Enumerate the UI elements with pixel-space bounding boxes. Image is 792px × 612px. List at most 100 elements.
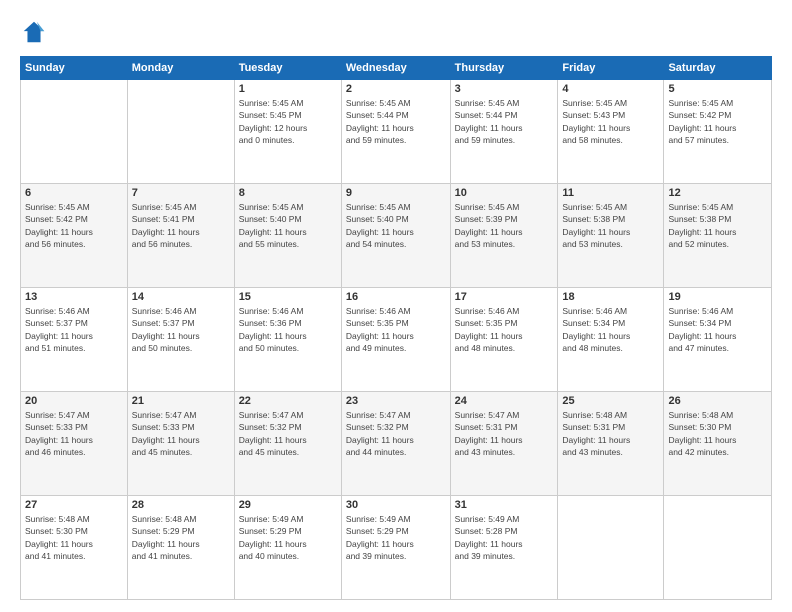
weekday-header-monday: Monday [127, 57, 234, 80]
day-info: Sunrise: 5:49 AM Sunset: 5:28 PM Dayligh… [455, 513, 554, 562]
day-info: Sunrise: 5:45 AM Sunset: 5:40 PM Dayligh… [239, 201, 337, 250]
day-info: Sunrise: 5:45 AM Sunset: 5:42 PM Dayligh… [25, 201, 123, 250]
calendar-cell: 3 Sunrise: 5:45 AM Sunset: 5:44 PM Daylig… [450, 80, 558, 184]
day-number: 21 [132, 395, 230, 407]
calendar-cell [558, 496, 664, 600]
day-number: 16 [346, 291, 446, 303]
day-number: 7 [132, 187, 230, 199]
calendar-cell [21, 80, 128, 184]
calendar-cell: 4 Sunrise: 5:45 AM Sunset: 5:43 PM Daylig… [558, 80, 664, 184]
week-row-4: 20 Sunrise: 5:47 AM Sunset: 5:33 PM Dayli… [21, 392, 772, 496]
calendar-header: SundayMondayTuesdayWednesdayThursdayFrid… [21, 57, 772, 80]
day-number: 1 [239, 83, 337, 95]
calendar-cell: 21 Sunrise: 5:47 AM Sunset: 5:33 PM Dayli… [127, 392, 234, 496]
day-number: 29 [239, 499, 337, 511]
calendar-cell: 29 Sunrise: 5:49 AM Sunset: 5:29 PM Dayli… [234, 496, 341, 600]
day-info: Sunrise: 5:46 AM Sunset: 5:35 PM Dayligh… [455, 305, 554, 354]
calendar-cell: 6 Sunrise: 5:45 AM Sunset: 5:42 PM Daylig… [21, 184, 128, 288]
calendar-cell: 26 Sunrise: 5:48 AM Sunset: 5:30 PM Dayli… [664, 392, 772, 496]
day-number: 4 [562, 83, 659, 95]
weekday-header-thursday: Thursday [450, 57, 558, 80]
day-number: 23 [346, 395, 446, 407]
calendar-cell: 7 Sunrise: 5:45 AM Sunset: 5:41 PM Daylig… [127, 184, 234, 288]
calendar-cell: 30 Sunrise: 5:49 AM Sunset: 5:29 PM Dayli… [341, 496, 450, 600]
day-info: Sunrise: 5:46 AM Sunset: 5:34 PM Dayligh… [668, 305, 767, 354]
day-info: Sunrise: 5:45 AM Sunset: 5:41 PM Dayligh… [132, 201, 230, 250]
day-number: 28 [132, 499, 230, 511]
day-number: 31 [455, 499, 554, 511]
calendar-cell: 25 Sunrise: 5:48 AM Sunset: 5:31 PM Dayli… [558, 392, 664, 496]
day-info: Sunrise: 5:46 AM Sunset: 5:35 PM Dayligh… [346, 305, 446, 354]
day-info: Sunrise: 5:45 AM Sunset: 5:42 PM Dayligh… [668, 97, 767, 146]
day-info: Sunrise: 5:48 AM Sunset: 5:30 PM Dayligh… [25, 513, 123, 562]
weekday-header-sunday: Sunday [21, 57, 128, 80]
day-info: Sunrise: 5:48 AM Sunset: 5:29 PM Dayligh… [132, 513, 230, 562]
day-number: 25 [562, 395, 659, 407]
day-number: 3 [455, 83, 554, 95]
calendar-cell: 5 Sunrise: 5:45 AM Sunset: 5:42 PM Daylig… [664, 80, 772, 184]
day-number: 5 [668, 83, 767, 95]
day-info: Sunrise: 5:45 AM Sunset: 5:45 PM Dayligh… [239, 97, 337, 146]
weekday-header-friday: Friday [558, 57, 664, 80]
day-info: Sunrise: 5:49 AM Sunset: 5:29 PM Dayligh… [239, 513, 337, 562]
calendar-cell: 9 Sunrise: 5:45 AM Sunset: 5:40 PM Daylig… [341, 184, 450, 288]
calendar-cell: 17 Sunrise: 5:46 AM Sunset: 5:35 PM Dayli… [450, 288, 558, 392]
day-info: Sunrise: 5:47 AM Sunset: 5:33 PM Dayligh… [132, 409, 230, 458]
day-info: Sunrise: 5:46 AM Sunset: 5:36 PM Dayligh… [239, 305, 337, 354]
day-info: Sunrise: 5:47 AM Sunset: 5:33 PM Dayligh… [25, 409, 123, 458]
week-row-1: 1 Sunrise: 5:45 AM Sunset: 5:45 PM Daylig… [21, 80, 772, 184]
calendar-cell: 1 Sunrise: 5:45 AM Sunset: 5:45 PM Daylig… [234, 80, 341, 184]
day-number: 2 [346, 83, 446, 95]
calendar-cell: 22Sunrise: 5:47 AM Sunset: 5:32 PM Dayli… [234, 392, 341, 496]
calendar-cell: 13 Sunrise: 5:46 AM Sunset: 5:37 PM Dayli… [21, 288, 128, 392]
day-number: 18 [562, 291, 659, 303]
calendar-cell: 8 Sunrise: 5:45 AM Sunset: 5:40 PM Daylig… [234, 184, 341, 288]
day-number: 27 [25, 499, 123, 511]
day-info: Sunrise: 5:45 AM Sunset: 5:38 PM Dayligh… [668, 201, 767, 250]
weekday-row: SundayMondayTuesdayWednesdayThursdayFrid… [21, 57, 772, 80]
day-number: 14 [132, 291, 230, 303]
day-number: 15 [239, 291, 337, 303]
weekday-header-tuesday: Tuesday [234, 57, 341, 80]
day-number: 6 [25, 187, 123, 199]
calendar-cell: 31 Sunrise: 5:49 AM Sunset: 5:28 PM Dayli… [450, 496, 558, 600]
calendar-cell: 15 Sunrise: 5:46 AM Sunset: 5:36 PM Dayli… [234, 288, 341, 392]
calendar-cell: 24Sunrise: 5:47 AM Sunset: 5:31 PM Dayli… [450, 392, 558, 496]
day-info: Sunrise: 5:46 AM Sunset: 5:37 PM Dayligh… [132, 305, 230, 354]
day-number: 11 [562, 187, 659, 199]
calendar-cell [127, 80, 234, 184]
day-number: 13 [25, 291, 123, 303]
calendar-cell: 2 Sunrise: 5:45 AM Sunset: 5:44 PM Daylig… [341, 80, 450, 184]
calendar-table: SundayMondayTuesdayWednesdayThursdayFrid… [20, 56, 772, 600]
day-info: Sunrise: 5:45 AM Sunset: 5:43 PM Dayligh… [562, 97, 659, 146]
day-number: 22 [239, 395, 337, 407]
day-info: Sunrise: 5:48 AM Sunset: 5:30 PM Dayligh… [668, 409, 767, 458]
calendar-cell: 10 Sunrise: 5:45 AM Sunset: 5:39 PM Dayli… [450, 184, 558, 288]
day-number: 12 [668, 187, 767, 199]
week-row-5: 27 Sunrise: 5:48 AM Sunset: 5:30 PM Dayli… [21, 496, 772, 600]
day-info: Sunrise: 5:45 AM Sunset: 5:44 PM Dayligh… [455, 97, 554, 146]
week-row-3: 13 Sunrise: 5:46 AM Sunset: 5:37 PM Dayli… [21, 288, 772, 392]
day-number: 10 [455, 187, 554, 199]
day-number: 26 [668, 395, 767, 407]
day-number: 20 [25, 395, 123, 407]
week-row-2: 6 Sunrise: 5:45 AM Sunset: 5:42 PM Daylig… [21, 184, 772, 288]
calendar-cell [664, 496, 772, 600]
day-number: 8 [239, 187, 337, 199]
calendar-cell: 19 Sunrise: 5:46 AM Sunset: 5:34 PM Dayli… [664, 288, 772, 392]
day-number: 17 [455, 291, 554, 303]
day-info: Sunrise: 5:45 AM Sunset: 5:38 PM Dayligh… [562, 201, 659, 250]
header [20, 18, 772, 46]
day-info: Sunrise: 5:46 AM Sunset: 5:37 PM Dayligh… [25, 305, 123, 354]
day-number: 19 [668, 291, 767, 303]
day-info: Sunrise: 5:49 AM Sunset: 5:29 PM Dayligh… [346, 513, 446, 562]
day-info: Sunrise: 5:45 AM Sunset: 5:44 PM Dayligh… [346, 97, 446, 146]
day-info: Sunrise: 5:45 AM Sunset: 5:40 PM Dayligh… [346, 201, 446, 250]
day-number: 30 [346, 499, 446, 511]
calendar-cell: 14 Sunrise: 5:46 AM Sunset: 5:37 PM Dayli… [127, 288, 234, 392]
day-info: Sunrise: 5:45 AM Sunset: 5:39 PM Dayligh… [455, 201, 554, 250]
day-info: Sunrise: 5:48 AM Sunset: 5:31 PM Dayligh… [562, 409, 659, 458]
logo-icon [20, 18, 48, 46]
day-number: 9 [346, 187, 446, 199]
calendar-cell: 11 Sunrise: 5:45 AM Sunset: 5:38 PM Dayli… [558, 184, 664, 288]
